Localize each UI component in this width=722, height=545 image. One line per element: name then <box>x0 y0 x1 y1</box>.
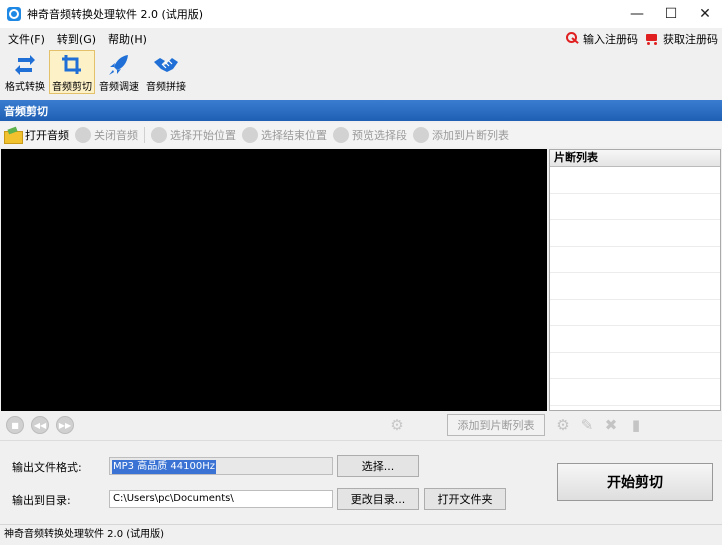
buy-code-link[interactable]: 获取注册码 <box>644 31 718 47</box>
mode-audio-cut-label: 音频剪切 <box>52 82 92 93</box>
output-format-label: 输出文件格式: <box>12 461 82 474</box>
enter-code-label: 输入注册码 <box>583 33 638 46</box>
list-item <box>550 194 720 220</box>
list-item <box>550 379 720 406</box>
add-to-list-button[interactable]: 添加到片断列表 <box>413 127 509 143</box>
menu-bar: 文件(F) 转到(G) 帮助(H) 输入注册码 获取注册码 <box>0 28 722 50</box>
open-audio-button[interactable]: 打开音频 <box>4 127 69 144</box>
open-folder-icon <box>4 128 23 144</box>
preview-selection-label: 预览选择段 <box>352 129 407 142</box>
output-dir-label: 输出到目录: <box>12 494 71 507</box>
stop-button[interactable]: ■ <box>6 416 24 434</box>
output-format-field[interactable]: MP3 高品质 44100Hz <box>109 457 333 475</box>
forward-button[interactable]: ▶▶ <box>56 416 74 434</box>
key-icon <box>566 32 580 46</box>
select-format-button[interactable]: 选择... <box>337 455 419 477</box>
set-start-label: 选择开始位置 <box>170 129 236 142</box>
list-item <box>550 167 720 194</box>
section-header: 音频剪切 <box>0 100 722 121</box>
trash-icon[interactable]: ▮ <box>627 416 645 434</box>
mode-audio-cut-button[interactable]: 音频剪切 <box>49 50 95 94</box>
close-audio-label: 关闭音频 <box>94 129 138 142</box>
list-item <box>550 247 720 273</box>
edit-pencil-icon[interactable]: ✎ <box>578 416 596 434</box>
set-end-button[interactable]: 选择结束位置 <box>242 127 327 143</box>
action-toolbar: 打开音频 关闭音频 选择开始位置 选择结束位置 预览选择段 添加到片断列表 <box>0 123 722 147</box>
toolbar-divider <box>144 127 145 143</box>
change-dir-button[interactable]: 更改目录... <box>337 488 419 510</box>
open-folder-button[interactable]: 打开文件夹 <box>424 488 506 510</box>
rewind-button[interactable]: ◀◀ <box>31 416 49 434</box>
mode-audio-speed-button[interactable]: 音频调速 <box>96 50 142 94</box>
close-button[interactable]: ✕ <box>688 0 722 28</box>
mode-format-convert-button[interactable]: 格式转换 <box>2 50 48 94</box>
list-item <box>550 353 720 379</box>
buy-code-label: 获取注册码 <box>663 33 718 46</box>
preview-area[interactable] <box>1 149 547 411</box>
segment-list[interactable]: 片断列表 <box>549 149 721 411</box>
mode-audio-speed-label: 音频调速 <box>99 82 139 93</box>
output-format-value: MP3 高品质 44100Hz <box>112 460 216 474</box>
rocket-icon <box>106 54 132 76</box>
output-panel: 输出文件格式: MP3 高品质 44100Hz 选择... 输出到目录: C:\… <box>0 440 722 524</box>
mode-audio-join-button[interactable]: 音频拼接 <box>143 50 189 94</box>
menu-goto[interactable]: 转到(G) <box>57 31 96 47</box>
settings-icon[interactable]: ⚙ <box>554 416 572 434</box>
set-start-button[interactable]: 选择开始位置 <box>151 127 236 143</box>
player-controls: ■ ◀◀ ▶▶ ⚙ 添加到片断列表 ⚙ ✎ ✖ ▮ <box>0 412 722 438</box>
gear-icon[interactable]: ⚙ <box>389 417 405 433</box>
list-item <box>550 220 720 247</box>
crop-icon <box>59 54 85 76</box>
add-segment-button[interactable]: 添加到片断列表 <box>447 414 545 436</box>
status-bar: 神奇音频转换处理软件 2.0 (试用版) <box>0 524 722 545</box>
output-dir-field[interactable]: C:\Users\pc\Documents\ <box>109 490 333 508</box>
preview-icon <box>333 127 349 143</box>
title-bar: 神奇音频转换处理软件 2.0 (试用版) — ☐ ✕ <box>0 0 722 28</box>
list-item <box>550 300 720 326</box>
window-controls: — ☐ ✕ <box>620 0 722 28</box>
mode-format-convert-label: 格式转换 <box>5 82 45 93</box>
mode-audio-join-label: 音频拼接 <box>146 82 186 93</box>
cart-icon <box>644 32 660 46</box>
app-icon <box>7 7 21 21</box>
preview-selection-button[interactable]: 预览选择段 <box>333 127 407 143</box>
add-icon <box>413 127 429 143</box>
handshake-icon <box>153 54 179 76</box>
delete-circle-icon[interactable]: ✖ <box>602 416 620 434</box>
set-start-icon <box>151 127 167 143</box>
minimize-button[interactable]: — <box>620 0 654 28</box>
menu-help[interactable]: 帮助(H) <box>108 31 147 47</box>
mode-toolbar: 格式转换 音频剪切 音频调速 音频拼接 <box>0 50 722 98</box>
convert-icon <box>12 54 38 76</box>
close-audio-icon <box>75 127 91 143</box>
window-title: 神奇音频转换处理软件 2.0 (试用版) <box>27 8 204 21</box>
enter-code-link[interactable]: 输入注册码 <box>566 31 638 47</box>
maximize-button[interactable]: ☐ <box>654 0 688 28</box>
set-end-icon <box>242 127 258 143</box>
start-cut-button[interactable]: 开始剪切 <box>557 463 713 501</box>
add-to-list-label: 添加到片断列表 <box>432 129 509 142</box>
menu-file[interactable]: 文件(F) <box>8 31 45 47</box>
close-audio-button[interactable]: 关闭音频 <box>75 127 138 143</box>
segment-list-header: 片断列表 <box>550 150 720 167</box>
open-audio-label: 打开音频 <box>25 129 69 142</box>
list-item <box>550 326 720 353</box>
registration-area: 输入注册码 获取注册码 <box>566 28 718 50</box>
list-item <box>550 273 720 300</box>
set-end-label: 选择结束位置 <box>261 129 327 142</box>
